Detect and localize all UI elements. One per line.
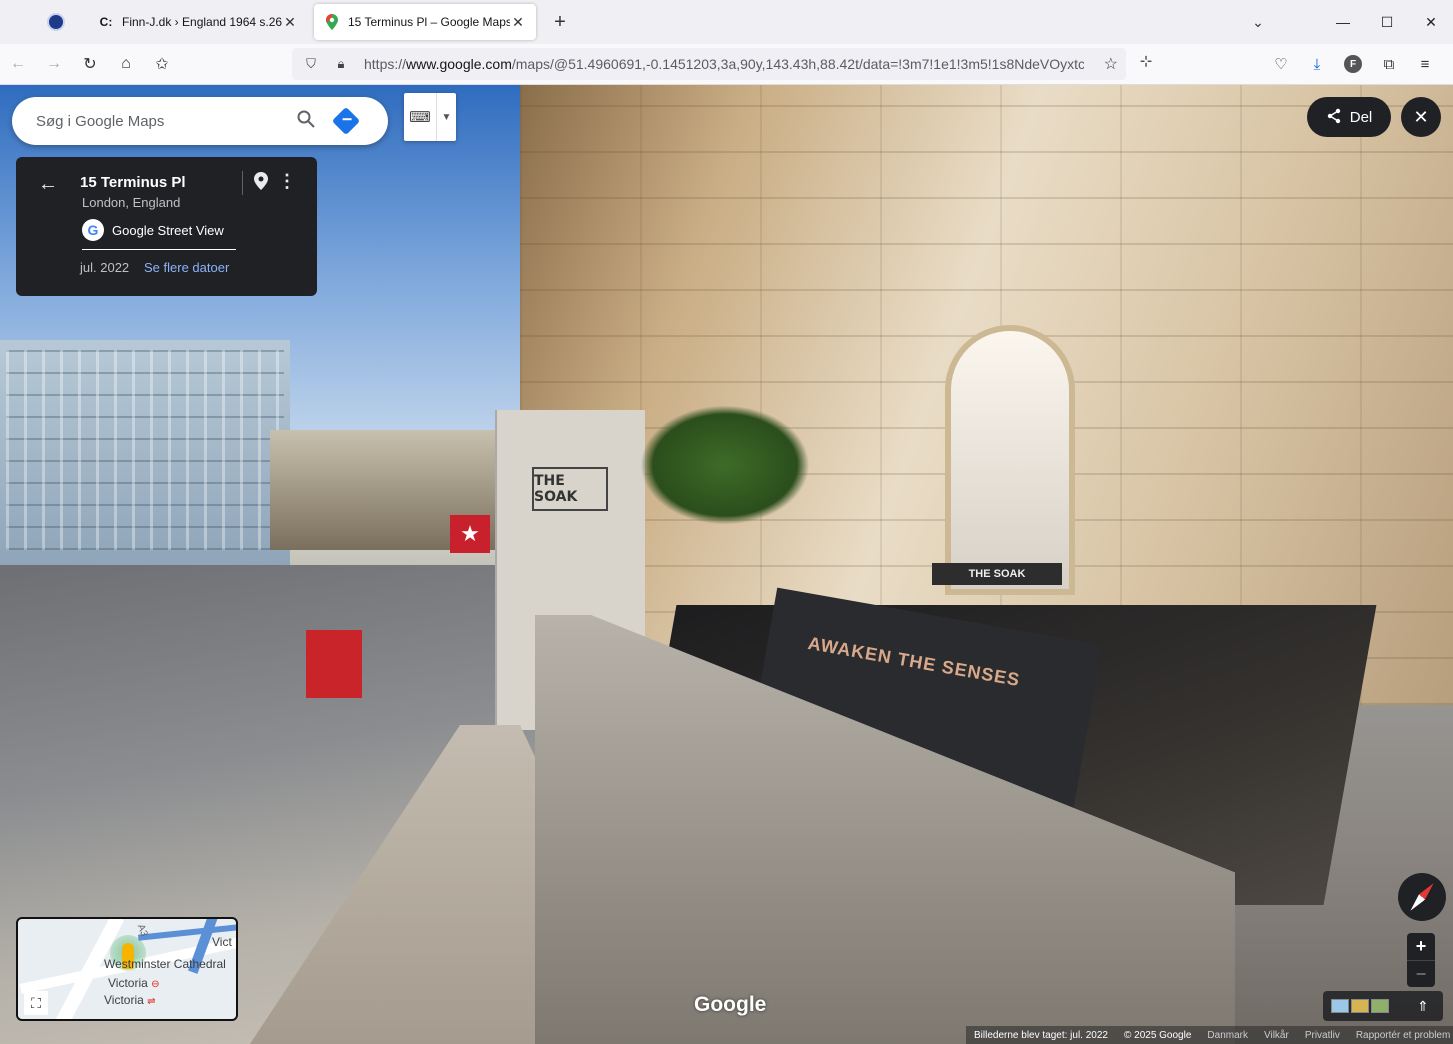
tab-google-maps[interactable]: 15 Terminus Pl – Google Maps ✕ <box>314 4 536 40</box>
list-all-tabs-icon[interactable]: ⌄ <box>1246 10 1270 34</box>
extensions-icon[interactable]: ⧉ <box>1371 48 1407 80</box>
layer-thumbnail[interactable] <box>1371 999 1389 1013</box>
privacy-link[interactable]: Privatliv <box>1297 1030 1348 1041</box>
toolbar-right: ♡ ⤓ F ⧉ ≡ <box>1263 48 1443 80</box>
tab-bar: C: Finn-J.dk › England 1964 s.26 ✕ 15 Te… <box>0 0 1453 44</box>
tab-title: 15 Terminus Pl – Google Maps <box>348 15 510 29</box>
caret-down-icon[interactable]: ▼ <box>436 93 456 141</box>
menu-icon[interactable]: ≡ <box>1407 48 1443 80</box>
divider <box>82 249 236 250</box>
rail-icon: ⇌ <box>147 996 156 1007</box>
expand-up-icon[interactable]: ⇑ <box>1417 998 1429 1015</box>
tab-close-icon[interactable]: ✕ <box>510 14 526 31</box>
navigation-toolbar: ← → ↻ ⌂ ✩ ⛉ 🔒︎ https://www.google.com/ma… <box>0 44 1453 85</box>
terms-link[interactable]: Vilkår <box>1256 1030 1297 1041</box>
compass-button[interactable] <box>1398 873 1446 921</box>
maximize-icon[interactable]: ☐ <box>1365 14 1409 31</box>
capture-date-note: Billederne blev taget: jul. 2022 <box>974 1029 1108 1041</box>
pocket-icon[interactable]: ♡ <box>1263 48 1299 80</box>
search-box <box>12 97 388 145</box>
scene-hedge <box>640 405 810 525</box>
pinned-tab[interactable] <box>34 0 78 44</box>
scene-glass-building <box>0 340 290 570</box>
compass-needle-icon <box>1407 881 1436 914</box>
profile-avatar[interactable]: F <box>1344 55 1362 73</box>
divider <box>242 171 243 195</box>
close-window-icon[interactable]: ✕ <box>1409 14 1453 31</box>
shield-icon[interactable]: ⛉ <box>300 56 322 72</box>
zoom-in-button[interactable]: + <box>1407 933 1435 960</box>
tab-finn[interactable]: C: Finn-J.dk › England 1964 s.26 ✕ <box>88 4 308 40</box>
share-label: Del <box>1349 108 1373 126</box>
maps-pin-icon <box>324 14 340 30</box>
place-title: 15 Terminus Pl <box>80 174 186 191</box>
soak-planter-sign: THE SOAK <box>932 563 1062 585</box>
bookmark-star-icon[interactable]: ☆ <box>1104 54 1118 74</box>
reload-icon[interactable]: ↻ <box>72 48 108 80</box>
expand-map-icon[interactable]: ⛶ <box>24 991 48 1015</box>
imagery-layers-control[interactable]: ⇑ <box>1323 991 1443 1021</box>
minimize-icon[interactable]: — <box>1321 14 1365 30</box>
map-label: Westminster Cathedral <box>104 957 226 971</box>
copyright: © 2025 Google <box>1123 1029 1192 1041</box>
see-more-dates-link[interactable]: Se flere datoer <box>144 260 229 275</box>
layer-thumbnail[interactable] <box>1331 999 1349 1013</box>
finn-favicon-icon: C: <box>99 15 113 29</box>
place-info-card: ← 15 Terminus Pl London, England ⋮ G Goo… <box>16 157 317 296</box>
street-view-canvas[interactable]: THE SOAK AWAKEN THE SENSES THE SOAK ★ ⌨ … <box>0 85 1453 1044</box>
bookmark-sidebar-icon[interactable]: ✩ <box>144 48 180 80</box>
map-footer: Billederne blev taget: jul. 2022 © 2025 … <box>966 1026 1453 1044</box>
forward-icon[interactable]: → <box>36 48 72 80</box>
back-arrow-icon[interactable]: ← <box>38 173 58 196</box>
lock-icon[interactable]: 🔒︎ <box>330 56 352 72</box>
share-button[interactable]: Del <box>1307 97 1391 137</box>
search-input[interactable] <box>36 112 286 130</box>
tab-title: Finn-J.dk › England 1964 s.26 <box>122 15 282 29</box>
scene-star-flag: ★ <box>450 515 490 553</box>
map-label: Victoria ⇌ <box>104 993 156 1007</box>
directions-icon[interactable] <box>331 106 361 136</box>
downloads-icon[interactable]: ⤓ <box>1299 48 1335 80</box>
report-problem-link[interactable]: Rapportér et problem <box>1348 1030 1453 1041</box>
place-subtitle: London, England <box>82 195 181 210</box>
zoom-control: + − <box>1407 933 1435 987</box>
minimap[interactable]: A3 Westminster Cathedral Victoria ⊖ Vict… <box>16 917 238 1021</box>
layer-thumbnail[interactable] <box>1351 999 1369 1013</box>
share-icon <box>1326 108 1342 127</box>
soak-sign: THE SOAK <box>532 467 608 511</box>
keyboard-icon[interactable]: ⌨ <box>404 108 436 126</box>
window-controls: — ☐ ✕ <box>1321 0 1453 44</box>
url-text[interactable]: https://www.google.com/maps/@51.4960691,… <box>364 56 1084 72</box>
zoom-out-button[interactable]: − <box>1407 960 1435 987</box>
more-options-icon[interactable]: ⋮ <box>278 171 296 192</box>
home-icon[interactable]: ⌂ <box>108 48 144 80</box>
scene-red-bag <box>306 630 362 698</box>
screenshot-extension-icon[interactable]: ⊹ <box>1134 52 1158 76</box>
provider-label: Google Street View <box>112 222 224 238</box>
tab-close-icon[interactable]: ✕ <box>282 14 298 31</box>
google-g-icon: G <box>82 219 104 241</box>
back-icon[interactable]: ← <box>0 48 36 80</box>
google-watermark: Google <box>694 993 767 1016</box>
search-icon[interactable] <box>286 110 326 133</box>
map-label: Vict <box>212 935 232 949</box>
region-link[interactable]: Danmark <box>1199 1030 1256 1041</box>
underground-icon: ⊖ <box>151 979 160 990</box>
capture-date: jul. 2022 <box>80 260 130 275</box>
map-label: Victoria ⊖ <box>108 976 160 990</box>
scene-arched-window <box>945 325 1075 595</box>
location-pin-icon[interactable] <box>252 172 270 195</box>
street-view-provider: G Google Street View <box>82 219 224 241</box>
site-favicon-icon <box>47 13 65 31</box>
address-bar[interactable]: ⛉ 🔒︎ https://www.google.com/maps/@51.496… <box>292 48 1126 80</box>
input-tools-button[interactable]: ⌨ ▼ <box>404 93 456 141</box>
new-tab-button[interactable]: + <box>544 6 576 38</box>
close-street-view-button[interactable]: ✕ <box>1401 97 1441 137</box>
